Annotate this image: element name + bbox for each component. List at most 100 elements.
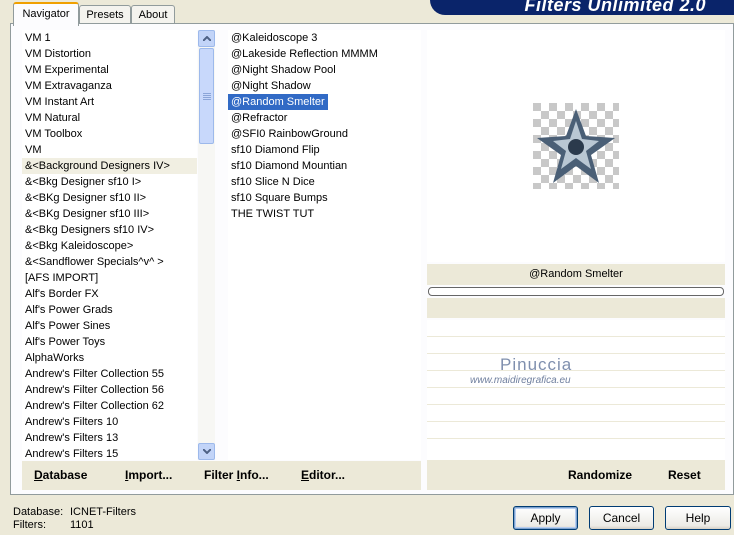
apply-button[interactable]: Apply [513,506,578,530]
tab-about[interactable]: About [131,5,175,24]
watermark-name: Pinuccia [500,355,573,374]
category-item[interactable]: Andrew's Filter Collection 55 [22,366,197,382]
filter-item[interactable]: @Night Shadow [228,78,421,94]
parameter-slot[interactable] [427,405,725,422]
import-label-post: mport... [128,468,173,482]
category-item[interactable]: Alf's Border FX [22,286,197,302]
filter-item-label: @SFI0 RainbowGround [231,128,348,140]
category-item[interactable]: &<Sandflower Specials^v^ > [22,254,197,270]
category-item[interactable]: VM Experimental [22,62,197,78]
category-item-label: &<Bkg Kaleidoscope> [25,240,134,252]
filter-item[interactable]: @Night Shadow Pool [228,62,421,78]
category-item[interactable]: Andrew's Filters 15 [22,446,197,460]
parameter-slot[interactable] [427,337,725,354]
category-item[interactable]: &<Bkg Kaleidoscope> [22,238,197,254]
randomize-button[interactable]: Randomize [568,468,632,482]
filter-info-label-post: nfo... [240,468,269,482]
filter-item[interactable]: @Kaleidoscope 3 [228,30,421,46]
thumb-grip [203,93,211,94]
filter-item[interactable]: @Refractor [228,110,421,126]
category-item-label: Andrew's Filters 15 [25,448,119,460]
category-item[interactable]: VM Extravaganza [22,78,197,94]
filter-item[interactable]: @SFI0 RainbowGround [228,126,421,142]
category-list[interactable]: VM 1 VM Distortion VM Experimental VM Extra… [22,30,197,460]
category-item[interactable]: AlphaWorks [22,350,197,366]
filter-item[interactable]: @Random Smelter [228,94,421,110]
database-info: Database: ICNET-Filters [13,506,136,518]
tab-navigator[interactable]: Navigator [13,2,79,26]
category-item[interactable]: &<Bkg Designer sf10 I> [22,174,197,190]
category-item-label: VM Natural [25,112,81,124]
parameter-slot[interactable] [427,388,725,405]
category-item-label: Andrew's Filters 13 [25,432,119,444]
filter-item-label: sf10 Square Bumps [231,192,328,204]
filter-item[interactable]: sf10 Diamond Flip [228,142,421,158]
category-item[interactable]: &<BKg Designer sf10 III> [22,206,197,222]
category-item[interactable]: Alf's Power Sines [22,318,197,334]
chevron-down-icon [203,449,211,454]
watermark-url: www.maidiregrafica.eu [470,375,571,386]
filter-item[interactable]: sf10 Square Bumps [228,190,421,206]
filter-item[interactable]: sf10 Diamond Mountian [228,158,421,174]
filter-info-button[interactable]: Filter Info... [204,468,269,482]
cancel-button[interactable]: Cancel [589,506,654,530]
category-item[interactable]: VM Natural [22,110,197,126]
category-item[interactable]: &<Bkg Designers sf10 IV> [22,222,197,238]
scroll-thumb[interactable] [199,48,214,144]
category-item-label: VM Distortion [25,48,92,60]
category-item-label: VM 1 [25,32,51,44]
category-item-label: &<BKg Designer sf10 II> [25,192,147,204]
filter-item-label: @Kaleidoscope 3 [231,32,318,44]
category-item[interactable]: VM Distortion [22,46,197,62]
filter-item-label: THE TWIST TUT [231,208,315,220]
category-item-label: &<BKg Designer sf10 III> [25,208,150,220]
reset-button[interactable]: Reset [668,468,701,482]
parameter-slot[interactable] [427,354,725,371]
left-button-bar: Database Import... Filter Info... Editor… [22,461,421,490]
category-item[interactable]: VM [22,142,197,158]
parameter-slot[interactable] [427,320,725,337]
scroll-down-button[interactable] [198,443,215,460]
preview-progress-bar [428,287,724,296]
filter-list[interactable]: @Kaleidoscope 3 @Lakeside Reflection MMMM… [228,30,421,460]
category-item-label: Alf's Power Grads [25,304,113,316]
database-label-post: atabase [42,468,88,482]
category-item[interactable]: [AFS IMPORT] [22,270,197,286]
filter-item-label: @Lakeside Reflection MMMM [231,48,378,60]
filter-item[interactable]: @Lakeside Reflection MMMM [228,46,421,62]
category-item[interactable]: Alf's Power Toys [22,334,197,350]
category-item[interactable]: Andrew's Filter Collection 56 [22,382,197,398]
tab-presets[interactable]: Presets [79,5,131,24]
category-scrollbar[interactable] [198,30,215,460]
category-item[interactable]: VM 1 [22,30,197,46]
scroll-up-button[interactable] [198,30,215,47]
category-item-label: &<Bkg Designer sf10 I> [25,176,142,188]
preview-thumbnail [533,103,619,189]
category-item[interactable]: VM Toolbox [22,126,197,142]
filter-item[interactable]: sf10 Slice N Dice [228,174,421,190]
database-button[interactable]: Database [34,468,87,482]
category-item[interactable]: VM Instant Art [22,94,197,110]
category-item[interactable]: Andrew's Filters 10 [22,414,197,430]
filter-item[interactable]: THE TWIST TUT [228,206,421,222]
filters-info-label: Filters: [13,519,46,531]
editor-button[interactable]: Editor... [301,468,345,482]
category-item[interactable]: Alf's Power Grads [22,302,197,318]
parameter-slot[interactable] [427,439,725,461]
category-item-label: Alf's Border FX [25,288,99,300]
filter-item-label: @Random Smelter [228,94,328,110]
category-item-label: Andrew's Filters 10 [25,416,119,428]
parameter-header [427,298,725,318]
thumb-grip [203,99,211,100]
category-item-label: Alf's Power Sines [25,320,111,332]
category-item[interactable]: Andrew's Filter Collection 62 [22,398,197,414]
filter-item-label: sf10 Diamond Mountian [231,160,348,172]
parameter-slot[interactable] [427,422,725,439]
filter-item-label: @Night Shadow [231,80,311,92]
help-button[interactable]: Help [665,506,731,530]
category-item[interactable]: &<BKg Designer sf10 II> [22,190,197,206]
editor-label-post: ditor... [309,468,346,482]
category-item[interactable]: &<Background Designers IV> [22,158,197,174]
category-item[interactable]: Andrew's Filters 13 [22,430,197,446]
import-button[interactable]: Import... [125,468,172,482]
